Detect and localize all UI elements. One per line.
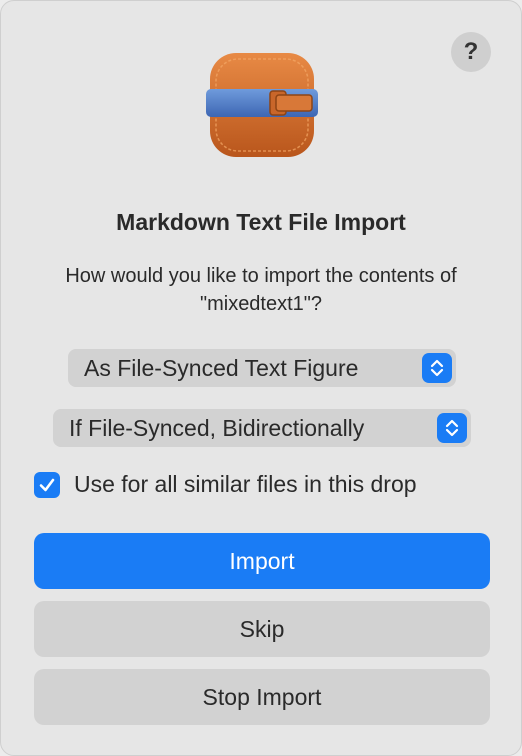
apply-all-checkbox[interactable] <box>34 471 60 498</box>
up-down-chevron-icon <box>422 353 452 383</box>
app-icon <box>206 53 318 157</box>
dialog-message: How would you like to import the content… <box>65 265 457 315</box>
import-as-value: As File-Synced Text Figure <box>84 354 359 381</box>
sync-mode-value: If File-Synced, Bidirectionally <box>69 414 365 441</box>
up-down-chevron-icon <box>437 413 467 443</box>
import-as-popup[interactable]: As File-Synced Text Figure <box>68 349 456 387</box>
dialog-title: Markdown Text File Import <box>116 209 406 235</box>
apply-all-option: Use for all similar files in this drop <box>34 471 417 498</box>
checkmark-icon <box>39 478 55 491</box>
sync-mode-popup[interactable]: If File-Synced, Bidirectionally <box>53 409 471 447</box>
import-dialog: ? Markdown Text File Import How would yo… <box>0 0 522 756</box>
help-button[interactable]: ? <box>451 32 491 72</box>
skip-button[interactable]: Skip <box>34 601 490 657</box>
apply-all-label: Use for all similar files in this drop <box>74 471 417 497</box>
import-button[interactable]: Import <box>34 533 490 589</box>
stop-import-button[interactable]: Stop Import <box>34 669 490 725</box>
